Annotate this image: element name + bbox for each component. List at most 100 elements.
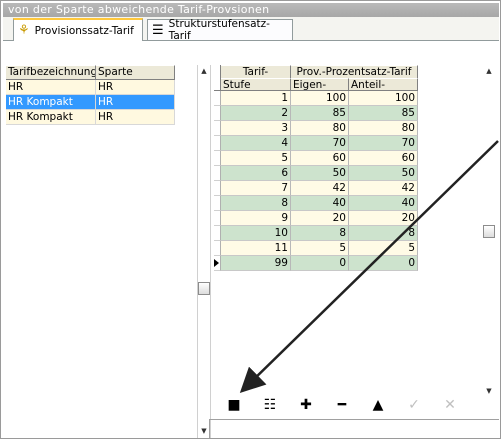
cell-anteil[interactable]: 20 — [349, 211, 418, 226]
cell-stufe[interactable]: 6 — [221, 166, 291, 181]
cell-anteil[interactable]: 42 — [349, 181, 418, 196]
stufen-row[interactable]: 99 0 0 — [214, 256, 420, 271]
row-indicator[interactable] — [214, 166, 221, 181]
cell-eigen[interactable]: 100 — [291, 91, 349, 106]
cell-stufe[interactable]: 2 — [221, 106, 291, 121]
stufen-row[interactable]: 1 100 100 — [214, 91, 420, 106]
cell-eigen[interactable]: 5 — [291, 241, 349, 256]
cell-stufe[interactable]: 1 — [221, 91, 291, 106]
tab-strip: ⚘ Provisionssatz-Tarif ☰ Strukturstufens… — [3, 17, 499, 42]
row-indicator[interactable] — [214, 106, 221, 121]
row-indicator[interactable] — [214, 241, 221, 256]
stufen-row[interactable]: 3 80 80 — [214, 121, 420, 136]
cell-stufe[interactable]: 99 — [221, 256, 291, 271]
cell-tarifbezeichnung: HR — [6, 80, 96, 95]
cell-anteil[interactable]: 40 — [349, 196, 418, 211]
column-header-tarifbezeichnung[interactable]: Tarifbezeichnung — [6, 65, 96, 80]
stufen-row[interactable]: 4 70 70 — [214, 136, 420, 151]
stufen-row[interactable]: 5 60 60 — [214, 151, 420, 166]
divider — [209, 419, 499, 420]
cell-anteil[interactable]: 80 — [349, 121, 418, 136]
cell-stufe[interactable]: 8 — [221, 196, 291, 211]
row-indicator[interactable] — [214, 196, 221, 211]
cell-anteil[interactable]: 50 — [349, 166, 418, 181]
cell-sparte: HR — [96, 80, 175, 95]
row-indicator[interactable] — [214, 226, 221, 241]
tarif-list-row[interactable]: HR HR — [6, 80, 175, 95]
column-header-eigen[interactable]: Eigen- — [291, 78, 349, 91]
cell-stufe[interactable]: 5 — [221, 151, 291, 166]
cell-stufe[interactable]: 3 — [221, 121, 291, 136]
row-indicator[interactable] — [214, 136, 221, 151]
cell-anteil[interactable]: 100 — [349, 91, 418, 106]
row-indicator[interactable] — [214, 121, 221, 136]
cell-anteil[interactable]: 0 — [349, 256, 418, 271]
tab-label: Provisionssatz-Tarif — [34, 24, 134, 37]
scroll-up-arrow-icon[interactable]: ▲ — [198, 67, 210, 75]
cell-eigen[interactable]: 20 — [291, 211, 349, 226]
stufen-row[interactable]: 6 50 50 — [214, 166, 420, 181]
cell-tarifbezeichnung: HR Kompakt — [6, 95, 96, 110]
tarif-list-row[interactable]: HR Kompakt HR — [6, 110, 175, 125]
tab-strukturstufensatz-tarif[interactable]: ☰ Strukturstufensatz-Tarif — [147, 18, 293, 42]
tarif-list-row[interactable]: HR Kompakt HR — [6, 95, 175, 110]
cell-anteil[interactable]: 70 — [349, 136, 418, 151]
cell-stufe[interactable]: 10 — [221, 226, 291, 241]
row-indicator[interactable] — [214, 211, 221, 226]
cell-eigen[interactable]: 8 — [291, 226, 349, 241]
cell-stufe[interactable]: 9 — [221, 211, 291, 226]
cell-eigen[interactable]: 80 — [291, 121, 349, 136]
tab-content-panel: Tarifbezeichnung Sparte HR HR HR Kompakt HR… — [4, 41, 499, 438]
cell-anteil[interactable]: 60 — [349, 151, 418, 166]
tab-provisionssatz-tarif[interactable]: ⚘ Provisionssatz-Tarif — [13, 18, 143, 41]
cell-anteil[interactable]: 85 — [349, 106, 418, 121]
right-grid-scrollbar[interactable]: ▲ ▼ — [480, 65, 498, 400]
column-header-stufe[interactable]: Stufe — [221, 78, 291, 91]
cell-eigen[interactable]: 50 — [291, 166, 349, 181]
row-indicator[interactable] — [214, 181, 221, 196]
stufen-column-header: Stufe Eigen- Anteil- — [214, 78, 420, 91]
insert-button[interactable]: ✚ — [288, 395, 324, 415]
stufen-row[interactable]: 9 20 20 — [214, 211, 420, 226]
cancel-button[interactable]: ✕ — [432, 395, 468, 415]
stufen-row[interactable]: 7 42 42 — [214, 181, 420, 196]
stufen-row[interactable]: 8 40 40 — [214, 196, 420, 211]
window-frame: von der Sparte abweichende Tarif-Provsio… — [0, 0, 501, 439]
left-grid-scrollbar[interactable]: ▲ ▼ — [197, 65, 211, 438]
tarif-list-grid[interactable]: Tarifbezeichnung Sparte HR HR HR Kompakt HR… — [6, 65, 175, 125]
column-header-sparte[interactable]: Sparte — [96, 65, 175, 80]
list-document-icon: ☷ — [263, 397, 277, 413]
scroll-thumb[interactable] — [483, 225, 495, 238]
cell-eigen[interactable]: 40 — [291, 196, 349, 211]
edit-record-button[interactable]: ☷ — [252, 395, 288, 415]
stufen-row[interactable]: 10 8 8 — [214, 226, 420, 241]
grid-toolbar: ■ ☷ ✚ ━ ▲ ✓ ✕ — [216, 393, 499, 417]
row-indicator[interactable] — [214, 151, 221, 166]
row-indicator[interactable] — [214, 256, 221, 271]
scroll-up-arrow-icon[interactable]: ▲ — [483, 67, 495, 75]
scroll-thumb[interactable] — [198, 282, 210, 295]
cell-stufe[interactable]: 7 — [221, 181, 291, 196]
cell-eigen[interactable]: 85 — [291, 106, 349, 121]
document-icon: ☰ — [152, 22, 164, 38]
cell-eigen[interactable]: 42 — [291, 181, 349, 196]
new-record-button[interactable]: ■ — [216, 395, 252, 415]
column-header-anteil[interactable]: Anteil- — [349, 78, 418, 91]
x-icon: ✕ — [444, 397, 456, 413]
new-document-icon: ■ — [227, 397, 241, 413]
cell-anteil[interactable]: 5 — [349, 241, 418, 256]
cell-stufe[interactable]: 4 — [221, 136, 291, 151]
confirm-button[interactable]: ✓ — [396, 395, 432, 415]
stufen-grid[interactable]: Tarif- Prov.-Prozentsatz-Tarif Stufe Eig… — [214, 65, 420, 271]
cell-stufe[interactable]: 11 — [221, 241, 291, 256]
stufen-row[interactable]: 2 85 85 — [214, 106, 420, 121]
delete-button[interactable]: ━ — [324, 395, 360, 415]
cell-eigen[interactable]: 70 — [291, 136, 349, 151]
move-up-button[interactable]: ▲ — [360, 395, 396, 415]
cell-eigen[interactable]: 60 — [291, 151, 349, 166]
cell-eigen[interactable]: 0 — [291, 256, 349, 271]
tarif-list-header: Tarifbezeichnung Sparte — [6, 65, 175, 80]
cell-anteil[interactable]: 8 — [349, 226, 418, 241]
stufen-row[interactable]: 11 5 5 — [214, 241, 420, 256]
row-indicator[interactable] — [214, 91, 221, 106]
